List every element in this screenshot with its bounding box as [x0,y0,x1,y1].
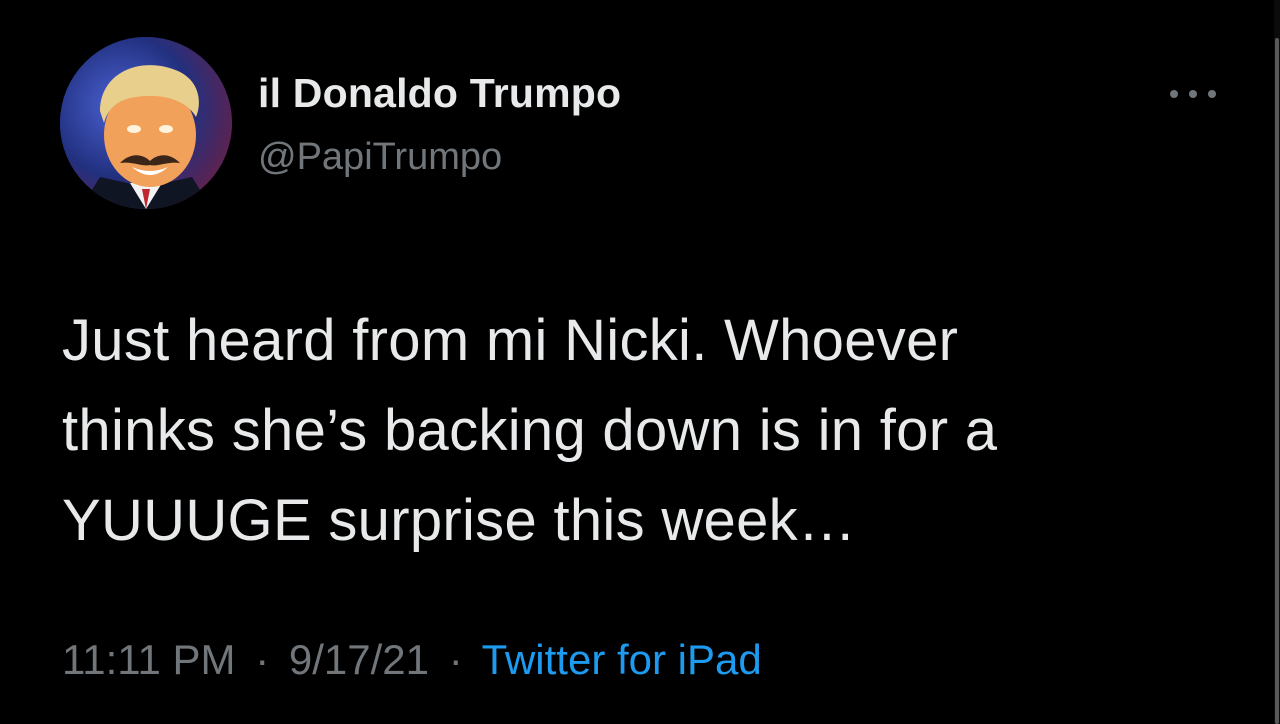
tweet-container: il Donaldo Trumpo @PapiTrumpo Just heard… [0,0,1280,724]
more-options-icon [1170,90,1178,98]
tweet-text: Just heard from mi Nicki. Whoever thinks… [62,296,1212,566]
scrollbar-track[interactable] [1274,0,1280,724]
tweet-time[interactable]: 11:11 PM [62,636,236,683]
tweet-metadata: 11:11 PM · 9/17/21 · Twitter for iPad [62,636,762,684]
profile-photo-icon [60,37,232,209]
tweet-text-line: thinks she’s backing down is in for a [62,398,998,463]
author-display-name[interactable]: il Donaldo Trumpo [258,70,621,117]
more-options-icon-dot [1208,90,1216,98]
meta-separator: · [255,636,270,683]
author-handle[interactable]: @PapiTrumpo [258,136,502,179]
tweet-text-line: Just heard from mi Nicki. Whoever [62,308,959,373]
more-options-button[interactable] [1170,82,1216,106]
scrollbar-thumb[interactable] [1275,38,1279,724]
tweet-source-link[interactable]: Twitter for iPad [482,636,762,683]
tweet-text-line: YUUUGE surprise this week… [62,488,857,553]
meta-separator: · [448,636,463,683]
tweet-date[interactable]: 9/17/21 [289,636,429,683]
more-options-icon-dot [1189,90,1197,98]
author-avatar[interactable] [60,37,232,209]
